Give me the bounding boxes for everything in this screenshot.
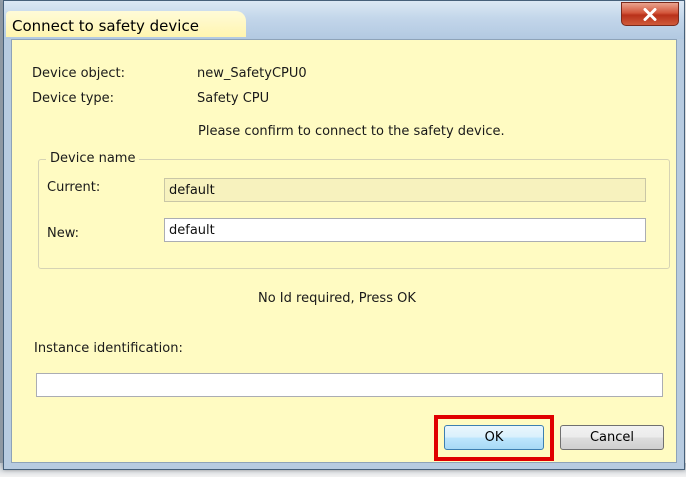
cancel-button-label: Cancel <box>589 430 635 445</box>
dialog-body: Device object: new_SafetyCPU0 Device typ… <box>11 39 677 463</box>
dialog-title: Connect to safety device <box>12 17 199 35</box>
status-message: No Id required, Press OK <box>258 291 416 306</box>
device-object-label: Device object: <box>32 66 126 81</box>
cancel-button[interactable]: Cancel <box>560 425 664 450</box>
device-object-value: new_SafetyCPU0 <box>197 66 307 81</box>
device-name-group <box>38 159 670 269</box>
confirm-message: Please confirm to connect to the safety … <box>198 124 505 139</box>
connect-dialog: Connect to safety device Device object: … <box>3 0 685 470</box>
device-type-value: Safety CPU <box>197 91 270 106</box>
close-button[interactable] <box>621 2 679 26</box>
new-name-label: New: <box>47 226 80 241</box>
new-name-field[interactable] <box>164 218 646 242</box>
instance-identification-label: Instance identification: <box>34 341 183 356</box>
close-icon <box>643 7 657 21</box>
instance-identification-field[interactable] <box>36 373 663 397</box>
device-type-label: Device type: <box>32 91 115 106</box>
device-name-group-legend: Device name <box>46 151 140 166</box>
current-name-label: Current: <box>47 180 101 195</box>
current-name-field <box>164 178 646 202</box>
title-bar[interactable]: Connect to safety device <box>4 1 684 39</box>
ok-button-highlight-box <box>434 415 554 461</box>
